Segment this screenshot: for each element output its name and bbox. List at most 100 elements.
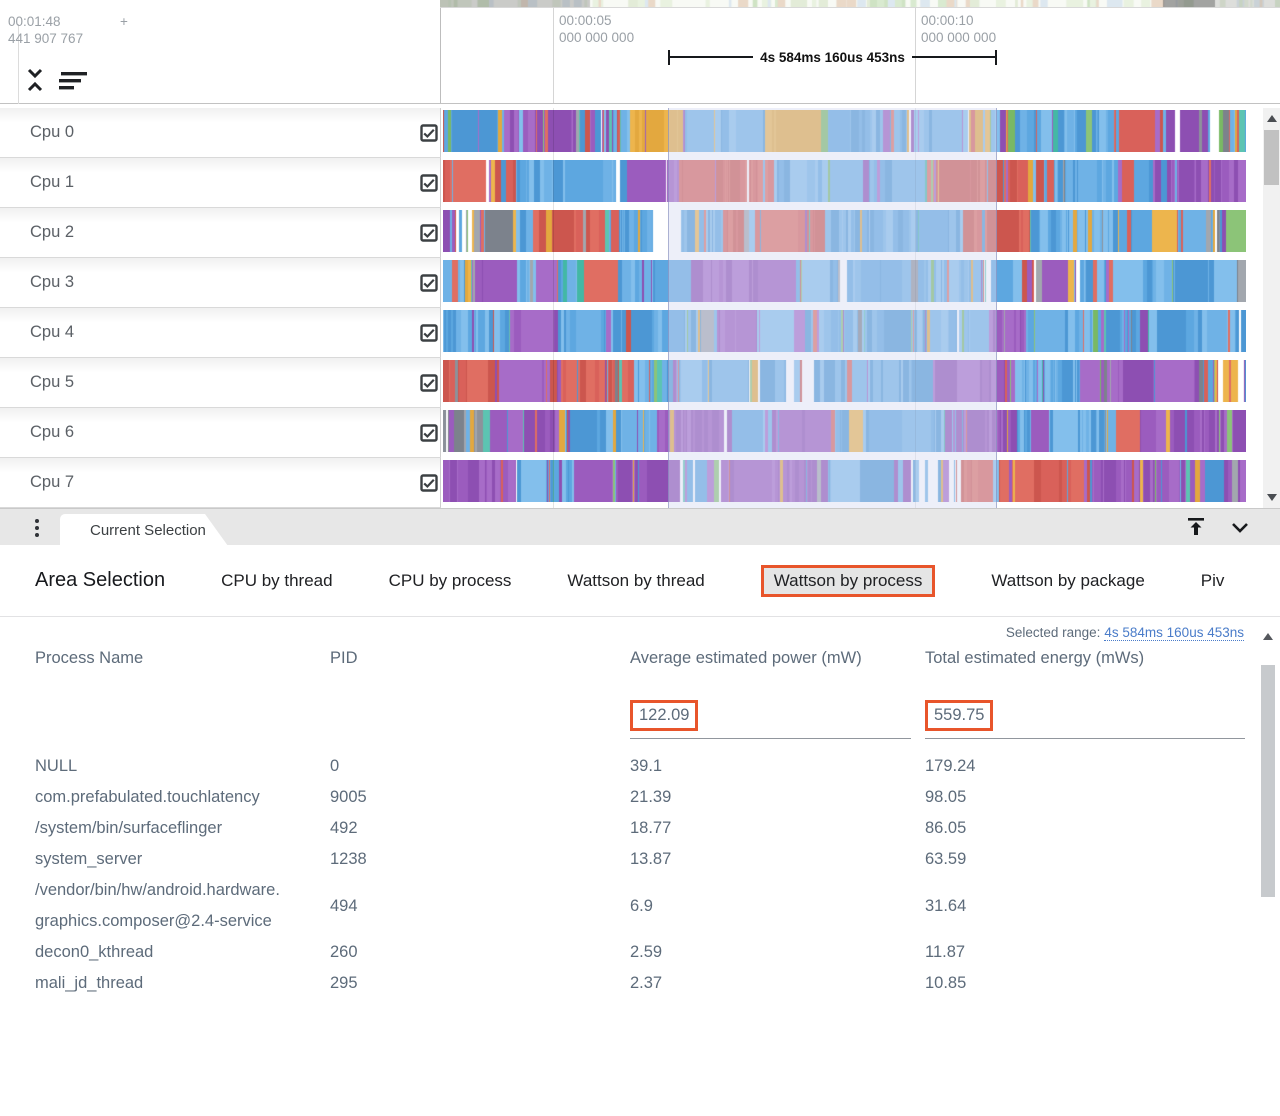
cell-avg-power: 2.37 bbox=[630, 968, 925, 999]
tab-label: Current Selection bbox=[90, 522, 206, 539]
track-checkbox[interactable] bbox=[420, 374, 438, 392]
sort-tracks-button[interactable] bbox=[56, 71, 90, 93]
table-row[interactable]: /system/bin/surfaceflinger49218.7786.05 bbox=[35, 813, 1247, 844]
analysis-title: Area Selection bbox=[35, 569, 165, 592]
cell-process-name: NULL bbox=[35, 751, 330, 782]
cursor-ns-value: 441 907 767 bbox=[8, 30, 83, 47]
cell-pid: 1238 bbox=[330, 844, 630, 875]
totals-cell: 559.75 bbox=[925, 700, 1247, 739]
track-label-cell[interactable]: Cpu 1 bbox=[0, 158, 441, 208]
process-name-text: /vendor/bin/hw/android.hardware.graphics… bbox=[35, 875, 287, 937]
cell-avg-power: 13.87 bbox=[630, 844, 925, 875]
track-checkbox[interactable] bbox=[420, 224, 438, 242]
time-gridline bbox=[553, 108, 554, 508]
cell-total-energy: 11.87 bbox=[925, 937, 1247, 968]
track-checkbox[interactable] bbox=[420, 274, 438, 292]
cell-avg-power: 2.59 bbox=[630, 937, 925, 968]
selected-range-link[interactable]: 4s 584ms 160us 453ns bbox=[1104, 625, 1244, 641]
table-scrollbar-thumb[interactable] bbox=[1261, 665, 1275, 897]
annotation-box: 122.09 bbox=[630, 700, 698, 731]
track-checkbox[interactable] bbox=[420, 424, 438, 442]
tab-menu-button[interactable] bbox=[30, 516, 44, 540]
tick-ns: 000 000 000 bbox=[921, 29, 996, 46]
bracket-right-cap bbox=[995, 50, 997, 65]
table-totals-row: 122.09 559.75 bbox=[35, 700, 1247, 739]
cell-pid: 9005 bbox=[330, 782, 630, 813]
track-row: Cpu 1 bbox=[0, 158, 1280, 208]
track-area: Cpu 0Cpu 1Cpu 2Cpu 3Cpu 4Cpu 5Cpu 6Cpu 7 bbox=[0, 104, 1280, 508]
track-checkbox[interactable] bbox=[420, 124, 438, 142]
analysis-body: Selected range:4s 584ms 160us 453ns Proc… bbox=[0, 617, 1280, 1116]
analysis-tab-wattson-by-package[interactable]: Wattson by package bbox=[991, 571, 1144, 591]
tracks-scrollbar-thumb[interactable] bbox=[1264, 130, 1279, 185]
cursor-timestamp: 00:01:48+ 441 907 767 bbox=[8, 13, 83, 47]
cell-process-name: decon0_kthread bbox=[35, 937, 330, 968]
totals-underline: 559.75 bbox=[925, 700, 1245, 739]
wattson-process-table: Process NamePIDAverage estimated power (… bbox=[35, 647, 1247, 999]
cursor-plus: + bbox=[120, 13, 128, 30]
table-row[interactable]: mali_jd_thread 2952.3710.85 bbox=[35, 968, 1247, 999]
cell-process-name: mali_jd_thread bbox=[35, 968, 330, 999]
column-header-1[interactable]: Process Name bbox=[35, 647, 330, 670]
cell-total-energy: 179.24 bbox=[925, 751, 1247, 782]
track-checkbox[interactable] bbox=[420, 324, 438, 342]
track-label-cell[interactable]: Cpu 0 bbox=[0, 108, 441, 158]
time-ruler[interactable]: 00:00:05000 000 00000:00:10000 000 000 4… bbox=[441, 8, 1280, 104]
annotation-box: 559.75 bbox=[925, 700, 993, 731]
cell-total-energy: 10.85 bbox=[925, 968, 1247, 999]
track-row: Cpu 7 bbox=[0, 458, 1280, 508]
analysis-tab-wattson-by-thread[interactable]: Wattson by thread bbox=[567, 571, 704, 591]
track-checkbox[interactable] bbox=[420, 174, 438, 192]
tab-current-selection[interactable]: Current Selection bbox=[60, 514, 228, 546]
process-name-text: NULL bbox=[35, 751, 287, 782]
track-title: Cpu 2 bbox=[30, 208, 74, 257]
track-label-cell[interactable]: Cpu 3 bbox=[0, 258, 441, 308]
cell-process-name: /vendor/bin/hw/android.hardware.graphics… bbox=[35, 875, 330, 937]
table-scrollbar[interactable] bbox=[1260, 633, 1276, 1103]
column-header-2[interactable]: PID bbox=[330, 647, 630, 670]
column-header-3[interactable]: Average estimated power (mW) bbox=[630, 647, 925, 670]
process-name-text: mali_jd_thread bbox=[35, 968, 287, 999]
analysis-tab-piv[interactable]: Piv bbox=[1201, 571, 1225, 591]
tracks-scrollbar[interactable] bbox=[1263, 108, 1280, 508]
analysis-tab-wattson-by-process[interactable]: Wattson by process bbox=[761, 565, 936, 597]
area-selection-overlay[interactable] bbox=[668, 108, 997, 508]
table-row[interactable]: system_server123813.8763.59 bbox=[35, 844, 1247, 875]
table-scroll-up-icon[interactable] bbox=[1263, 633, 1273, 640]
timeline-overview-minimap[interactable] bbox=[440, 0, 1280, 8]
collapse-tracks-button[interactable] bbox=[24, 66, 46, 96]
selection-duration-label: 4s 584ms 160us 453ns bbox=[760, 50, 905, 65]
table-row[interactable]: NULL039.1179.24 bbox=[35, 751, 1247, 782]
table-row[interactable]: /vendor/bin/hw/android.hardware.graphics… bbox=[35, 875, 1247, 937]
cell-pid: 295 bbox=[330, 968, 630, 999]
track-title: Cpu 6 bbox=[30, 408, 74, 457]
totals-underline: 122.09 bbox=[630, 700, 911, 739]
analysis-tab-cpu-by-thread[interactable]: CPU by thread bbox=[221, 571, 333, 591]
table-row[interactable]: decon0_kthread2602.5911.87 bbox=[35, 937, 1247, 968]
totals-empty-cell bbox=[35, 700, 330, 739]
tick-ns: 000 000 000 bbox=[559, 29, 634, 46]
bottom-panel: Current Selection Area Selection CPU by … bbox=[0, 508, 1280, 1116]
cell-total-energy: 31.64 bbox=[925, 891, 1247, 922]
collapse-panel-button[interactable] bbox=[1227, 515, 1253, 541]
track-title: Cpu 1 bbox=[30, 158, 74, 207]
table-row[interactable]: com.prefabulated.touchlatency900521.3998… bbox=[35, 782, 1247, 813]
track-label-cell[interactable]: Cpu 2 bbox=[0, 208, 441, 258]
track-label-cell[interactable]: Cpu 7 bbox=[0, 458, 441, 508]
track-label-cell[interactable]: Cpu 6 bbox=[0, 408, 441, 458]
track-label-cell[interactable]: Cpu 5 bbox=[0, 358, 441, 408]
expand-panel-button[interactable] bbox=[1183, 515, 1209, 541]
scroll-down-icon[interactable] bbox=[1267, 494, 1277, 501]
track-row: Cpu 4 bbox=[0, 308, 1280, 358]
selected-range: Selected range:4s 584ms 160us 453ns bbox=[1006, 625, 1244, 640]
table-header-row: Process NamePIDAverage estimated power (… bbox=[35, 647, 1247, 670]
track-checkbox[interactable] bbox=[420, 474, 438, 492]
cell-avg-power: 18.77 bbox=[630, 813, 925, 844]
track-label-cell[interactable]: Cpu 4 bbox=[0, 308, 441, 358]
cell-avg-power: 21.39 bbox=[630, 782, 925, 813]
column-header-4[interactable]: Total estimated energy (mWs) bbox=[925, 647, 1247, 670]
perfetto-trace-viewer: 00:01:48+ 441 907 767 00:00:05000 000 00… bbox=[0, 0, 1280, 1116]
scroll-up-icon[interactable] bbox=[1267, 115, 1277, 122]
analysis-tab-cpu-by-process[interactable]: CPU by process bbox=[389, 571, 512, 591]
timeline-header-left: 00:01:48+ 441 907 767 bbox=[0, 8, 441, 104]
